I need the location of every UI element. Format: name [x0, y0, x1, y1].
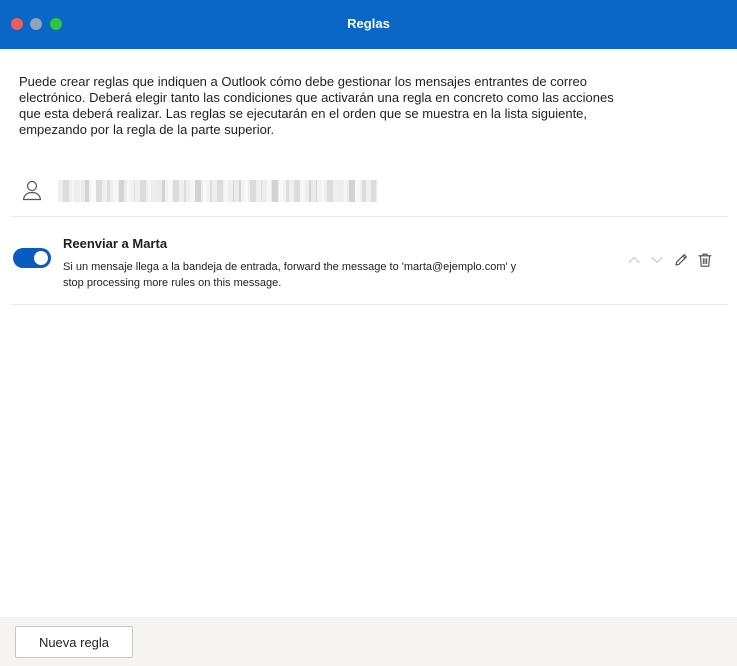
window-title: Reglas [347, 16, 390, 31]
chevron-up-icon[interactable] [626, 252, 642, 268]
rule-enabled-toggle[interactable] [13, 248, 51, 268]
rules-description: Puede crear reglas que indiquen a Outloo… [19, 74, 614, 137]
rule-row: Reenviar a Marta Si un mensaje llega a l… [11, 217, 728, 305]
rule-name: Reenviar a Marta [63, 236, 168, 251]
account-row [11, 166, 728, 217]
trash-icon[interactable] [697, 252, 713, 268]
account-name-blurred [58, 180, 378, 202]
toggle-knob [34, 251, 48, 265]
title-bar: Reglas [0, 0, 737, 49]
person-icon [21, 179, 43, 201]
chevron-down-icon[interactable] [649, 252, 665, 268]
rules-window: Reglas Puede crear reglas que indiquen a… [0, 0, 737, 666]
footer-bar: Nueva regla [0, 617, 737, 666]
new-rule-button[interactable]: Nueva regla [15, 626, 133, 658]
rule-description: Si un mensaje llega a la bandeja de entr… [63, 261, 517, 289]
pencil-icon[interactable] [673, 252, 689, 268]
